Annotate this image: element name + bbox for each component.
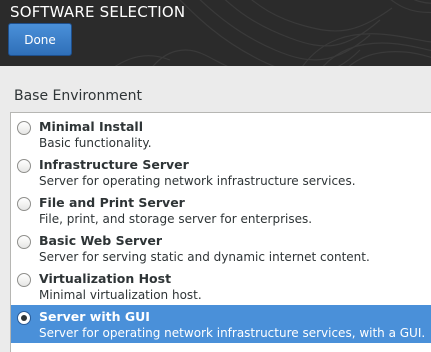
env-option-minimal-install[interactable]: Minimal Install Basic functionality. [11, 115, 431, 153]
env-option-description: Server for serving static and dynamic in… [39, 250, 370, 264]
env-option-name: Infrastructure Server [39, 157, 189, 172]
radio-button-selected[interactable] [17, 311, 31, 325]
radio-selected-dot [21, 315, 27, 321]
base-environment-label: Base Environment [14, 88, 142, 104]
env-option-name: Minimal Install [39, 119, 143, 134]
env-option-description: Basic functionality. [39, 136, 152, 150]
env-option-infrastructure-server[interactable]: Infrastructure Server Server for operati… [11, 153, 431, 191]
page-title: SOFTWARE SELECTION [10, 3, 186, 21]
env-option-description: Minimal virtualization host. [39, 288, 202, 302]
radio-button[interactable] [17, 159, 31, 173]
env-option-name: Basic Web Server [39, 233, 163, 248]
env-option-name: Virtualization Host [39, 271, 172, 286]
radio-button[interactable] [17, 197, 31, 211]
env-option-server-with-gui[interactable]: Server with GUI Server for operating net… [11, 305, 431, 343]
done-button[interactable]: Done [8, 23, 72, 56]
radio-button[interactable] [17, 121, 31, 135]
env-option-basic-web-server[interactable]: Basic Web Server Server for serving stat… [11, 229, 431, 267]
env-option-description: Server for operating network infrastruct… [39, 326, 426, 340]
radio-button[interactable] [17, 273, 31, 287]
env-option-name: Server with GUI [39, 309, 150, 324]
env-option-description: Server for operating network infrastruct… [39, 174, 356, 188]
env-option-file-and-print-server[interactable]: File and Print Server File, print, and s… [11, 191, 431, 229]
base-environment-list: Minimal Install Basic functionality. Inf… [10, 112, 431, 352]
env-option-name: File and Print Server [39, 195, 185, 210]
header-bar: SOFTWARE SELECTION Done [0, 0, 431, 66]
radio-button[interactable] [17, 235, 31, 249]
env-option-description: File, print, and storage server for ente… [39, 212, 313, 226]
env-option-virtualization-host[interactable]: Virtualization Host Minimal virtualizati… [11, 267, 431, 305]
